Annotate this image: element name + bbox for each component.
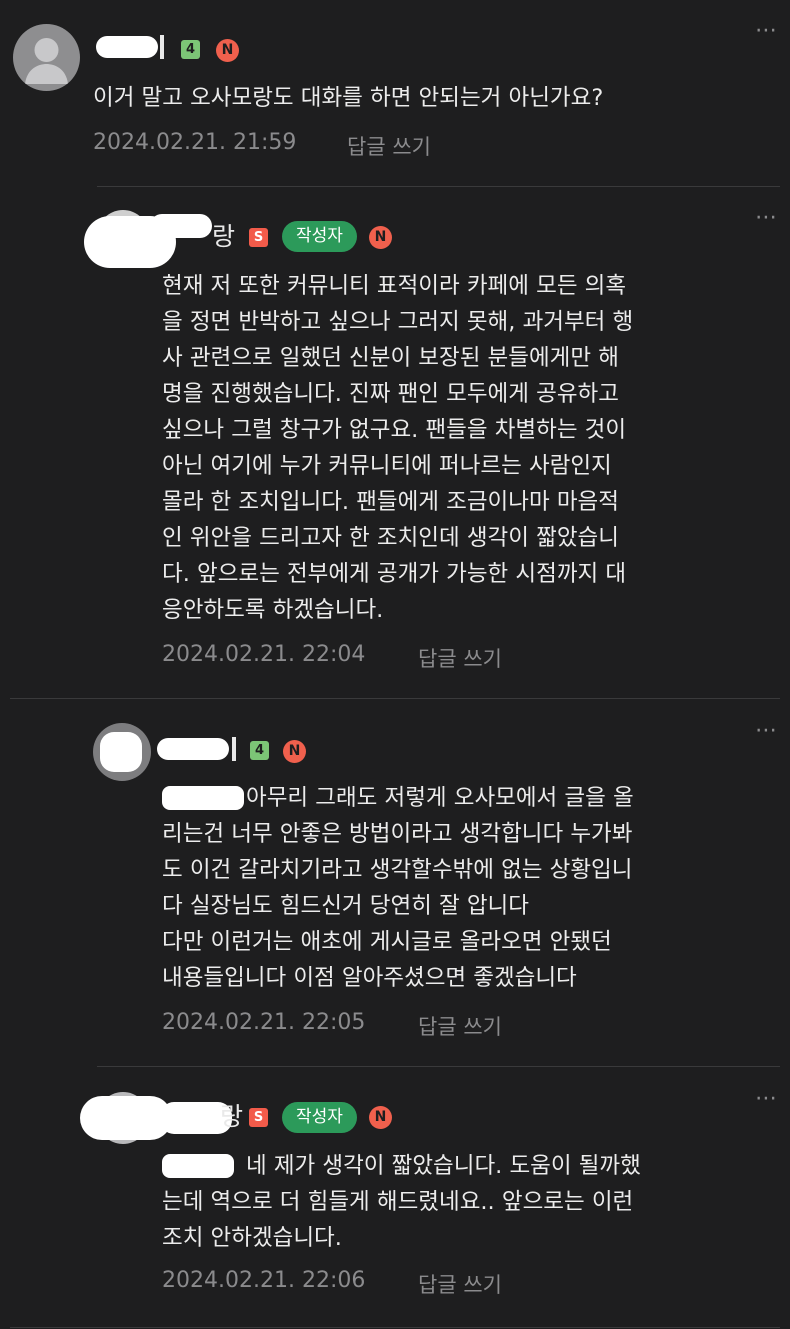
reply-button[interactable]: 답글 쓰기 bbox=[418, 643, 502, 673]
avatar[interactable] bbox=[13, 24, 80, 91]
staff-badge: S bbox=[249, 228, 268, 247]
comment-text: 네 제가 생각이 짧았습니다. 도움이 될까했 는데 역으로 더 힘들게 해드렸… bbox=[162, 1153, 641, 1251]
level-badge: 4 bbox=[250, 741, 269, 760]
comment-3: 4 N ⋯ 아무리 그래도 저렇게 오사모에서 글을 올 리는건 너무 안좋은 … bbox=[0, 700, 790, 1068]
redacted-nickname bbox=[80, 1096, 172, 1140]
redacted-nickname bbox=[150, 214, 212, 238]
comment-2: 랑 S 작성자 N ⋯ 현재 저 또한 커뮤니티 표적이라 카페에 모든 의혹 … bbox=[0, 188, 790, 700]
nickname: 랑 bbox=[212, 222, 236, 251]
more-options-icon[interactable]: ⋯ bbox=[755, 18, 778, 43]
divider bbox=[97, 1066, 780, 1067]
comment-date: 2024.02.21. 22:05 bbox=[162, 1010, 366, 1035]
comment-text: 아무리 그래도 저렇게 오사모에서 글을 올 리는건 너무 안좋은 방법이라고 … bbox=[162, 785, 634, 991]
divider bbox=[10, 1327, 780, 1328]
staff-badge: S bbox=[249, 1108, 268, 1127]
reply-button[interactable]: 답글 쓰기 bbox=[418, 1269, 502, 1299]
redacted-nickname bbox=[157, 738, 229, 760]
comment-date: 2024.02.21. 22:04 bbox=[162, 642, 366, 667]
comment-text: 이거 말고 오사모랑도 대화를 하면 안되는거 아닌가요? bbox=[93, 85, 604, 111]
divider bbox=[97, 186, 780, 187]
new-badge: N bbox=[283, 740, 306, 763]
divider bbox=[10, 698, 780, 699]
reply-button[interactable]: 답글 쓰기 bbox=[347, 131, 431, 161]
redacted-nickname bbox=[96, 36, 158, 58]
new-badge: N bbox=[216, 39, 239, 62]
nickname-divider bbox=[160, 35, 164, 59]
comment-1: 4 N ⋯ 이거 말고 오사모랑도 대화를 하면 안되는거 아닌가요? 2024… bbox=[0, 0, 790, 188]
redacted-avatar bbox=[100, 732, 142, 772]
nickname-divider bbox=[232, 737, 236, 761]
comment-4: 랑 S 작성자 N ⋯ 네 제가 생각이 짧았습니다. 도움이 될까했 는데 역… bbox=[0, 1068, 790, 1329]
comment-date: 2024.02.21. 22:06 bbox=[162, 1268, 366, 1293]
comment-text: 현재 저 또한 커뮤니티 표적이라 카페에 모든 의혹 을 정면 반박하고 싶으… bbox=[162, 273, 634, 623]
more-options-icon[interactable]: ⋯ bbox=[755, 718, 778, 743]
new-badge: N bbox=[369, 226, 392, 249]
new-badge: N bbox=[369, 1106, 392, 1129]
nickname: 랑 bbox=[220, 1102, 244, 1131]
reply-button[interactable]: 답글 쓰기 bbox=[418, 1011, 502, 1041]
writer-badge: 작성자 bbox=[282, 221, 357, 252]
writer-badge: 작성자 bbox=[282, 1102, 357, 1133]
more-options-icon[interactable]: ⋯ bbox=[755, 1086, 778, 1111]
more-options-icon[interactable]: ⋯ bbox=[755, 205, 778, 230]
default-user-icon bbox=[25, 38, 68, 84]
level-badge: 4 bbox=[181, 40, 200, 59]
comment-date: 2024.02.21. 21:59 bbox=[93, 130, 297, 155]
